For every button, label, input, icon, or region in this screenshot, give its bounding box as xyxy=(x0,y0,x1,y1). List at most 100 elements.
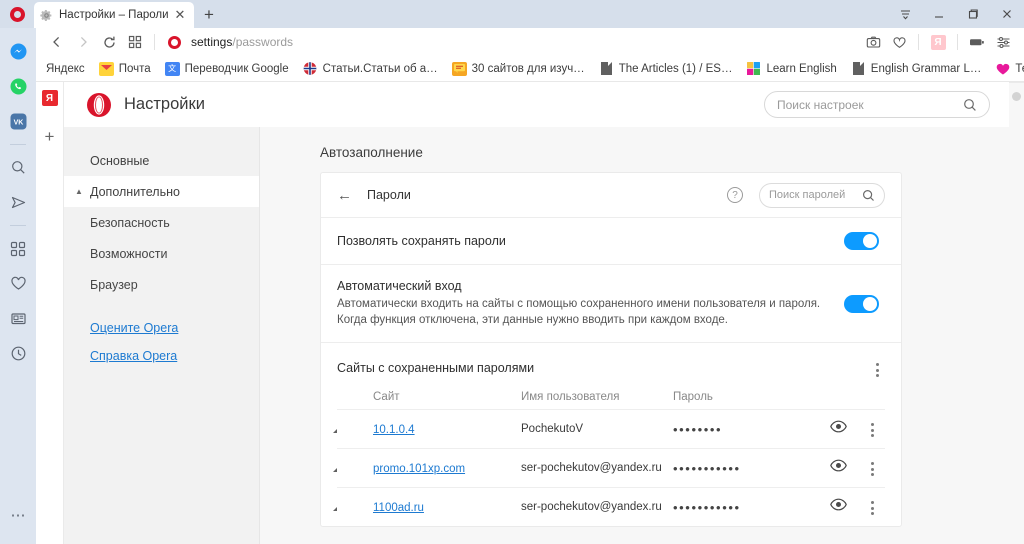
site-link[interactable]: 1100ad.ru xyxy=(373,502,424,514)
passwords-title: Пароли xyxy=(367,188,411,202)
site-link[interactable]: promo.101xp.com xyxy=(373,463,465,475)
site-link[interactable]: 10.1.0.4 xyxy=(373,424,415,436)
nav-item-security[interactable]: Безопасность xyxy=(64,207,259,238)
auto-signin-toggle[interactable] xyxy=(844,294,879,313)
passwords-search-box[interactable] xyxy=(759,182,885,208)
bookmark-item[interactable]: 30 сайтов для изуч… xyxy=(451,61,585,76)
maximize-icon[interactable] xyxy=(956,0,990,28)
username-value: PochekutoV xyxy=(521,423,584,435)
row-menu-icon[interactable] xyxy=(864,460,880,476)
bookmark-label: The Articles (1) / ES… xyxy=(618,62,733,75)
table-row[interactable]: 1100ad.ru ser-pochekutov@yandex.ru •••••… xyxy=(337,487,885,526)
nav-item-general[interactable]: Основные xyxy=(64,145,259,176)
opera-browser-window: Настройки – Пароли ✕ + settings/password… xyxy=(0,0,1024,544)
settings-body: Основные ▲ Дополнительно Безопасность Во… xyxy=(64,127,1024,544)
minimize-icon[interactable] xyxy=(922,0,956,28)
colored-squares-icon xyxy=(746,62,761,76)
col-menu-header xyxy=(859,391,885,403)
sidebar-item-speed-dial[interactable] xyxy=(0,231,36,266)
nav-item-advanced[interactable]: ▲ Дополнительно xyxy=(64,176,259,207)
password-value: ••••••••••• xyxy=(673,460,741,476)
bookmark-item[interactable]: The Articles (1) / ES… xyxy=(599,62,733,76)
close-icon[interactable] xyxy=(990,0,1024,28)
url-suffix: /passwords xyxy=(232,35,294,49)
sidebar-separator xyxy=(10,144,26,145)
new-tab-button[interactable]: + xyxy=(194,2,224,28)
page-scrollbar[interactable] xyxy=(1009,82,1024,544)
forward-button[interactable] xyxy=(70,30,96,54)
bookmark-label: Тесты по английск… xyxy=(1015,62,1024,75)
settings-search-input[interactable] xyxy=(777,97,963,112)
sidebar-item-vk[interactable]: VK xyxy=(0,104,36,139)
tab-title: Настройки – Пароли xyxy=(59,9,169,21)
col-icon-header xyxy=(337,391,373,403)
nav-label: Дополнительно xyxy=(90,184,180,199)
col-username-header: Имя пользователя xyxy=(521,391,620,403)
tab-list-icon[interactable] xyxy=(888,0,922,28)
show-password-icon[interactable] xyxy=(817,459,859,477)
show-password-icon[interactable] xyxy=(817,498,859,516)
show-password-icon[interactable] xyxy=(817,420,859,438)
envelope-icon xyxy=(98,61,114,76)
opera-logo xyxy=(0,0,34,28)
bookmark-item[interactable]: Яндекс xyxy=(46,63,85,75)
bookmark-item[interactable]: 文 Переводчик Google xyxy=(164,61,289,76)
easy-setup-icon[interactable] xyxy=(990,30,1016,54)
sidebar-separator xyxy=(10,225,26,226)
sidebar-item-whatsapp[interactable] xyxy=(0,69,36,104)
bookmark-label: Почта xyxy=(118,62,151,75)
toggle-title: Позволять сохранять пароли xyxy=(337,234,506,248)
heart-icon[interactable] xyxy=(886,30,912,54)
back-arrow-icon[interactable]: ← xyxy=(337,187,363,204)
settings-search-box[interactable] xyxy=(764,91,990,118)
speed-dial-button[interactable] xyxy=(122,30,148,54)
sidebar-item-messenger[interactable] xyxy=(0,34,36,69)
panel-yandex-icon[interactable]: Я xyxy=(41,90,58,106)
row-menu-icon[interactable] xyxy=(864,421,880,437)
sidebar-item-news[interactable] xyxy=(0,301,36,336)
scrollbar-thumb[interactable] xyxy=(1012,92,1021,101)
address-bar-url[interactable]: settings/passwords xyxy=(191,35,293,49)
table-row[interactable]: 10.1.0.4 PochekutoV •••••••• xyxy=(337,409,885,448)
saved-passwords-menu-icon[interactable] xyxy=(869,361,885,377)
settings-main: Автозаполнение ← Пароли ? Позволять с xyxy=(260,127,1024,544)
bookmark-item[interactable]: Learn English xyxy=(746,62,837,76)
passwords-card: ← Пароли ? Позволять сохранять пароли xyxy=(320,172,902,527)
nav-label: Основные xyxy=(90,153,150,168)
allow-save-passwords-toggle[interactable] xyxy=(844,232,879,250)
address-opera-icon xyxy=(161,35,187,49)
left-sidebar: VK ⋯ xyxy=(0,28,36,544)
bookmark-item[interactable]: English Grammar L… xyxy=(851,62,981,76)
bookmark-item[interactable]: Статьи.Статьи об а… xyxy=(303,62,438,76)
bookmark-item[interactable]: Тесты по английск… xyxy=(995,62,1024,76)
row-menu-icon[interactable] xyxy=(864,499,880,515)
table-header-row: Сайт Имя пользователя Пароль xyxy=(337,387,885,409)
sidebar-item-favorites[interactable] xyxy=(0,266,36,301)
settings-header: Настройки xyxy=(64,82,1024,127)
nav-link-rate-opera[interactable]: Оцените Opera xyxy=(64,314,259,342)
nav-item-features[interactable]: Возможности xyxy=(64,238,259,269)
nav-item-browser[interactable]: Браузер xyxy=(64,269,259,300)
back-button[interactable] xyxy=(44,30,70,54)
vpn-battery-icon[interactable] xyxy=(964,30,990,54)
title-bar: Настройки – Пароли ✕ + xyxy=(0,0,1024,28)
nav-link-opera-help[interactable]: Справка Opera xyxy=(64,342,259,370)
bookmark-item[interactable]: Почта xyxy=(98,61,151,76)
sidebar-item-history[interactable] xyxy=(0,336,36,371)
tab-close-icon[interactable]: ✕ xyxy=(172,7,188,23)
sidebar-item-search[interactable] xyxy=(0,150,36,185)
passwords-search-input[interactable] xyxy=(769,189,862,201)
yandex-extension-icon[interactable]: Я xyxy=(925,30,951,54)
side-panel: Я + xyxy=(36,82,64,544)
search-icon xyxy=(964,98,976,111)
sidebar-more-button[interactable]: ⋯ xyxy=(0,497,36,532)
table-row[interactable]: promo.101xp.com ser-pochekutov@yandex.ru… xyxy=(337,448,885,487)
translate-icon: 文 xyxy=(164,61,180,76)
reload-button[interactable] xyxy=(96,30,122,54)
panel-add-button[interactable]: + xyxy=(45,128,55,145)
help-icon[interactable]: ? xyxy=(727,187,743,203)
browser-tab[interactable]: Настройки – Пароли ✕ xyxy=(34,2,194,28)
bookmark-label: Статьи.Статьи об а… xyxy=(322,62,438,75)
sidebar-item-send[interactable] xyxy=(0,185,36,220)
snapshot-camera-icon[interactable] xyxy=(860,30,886,54)
